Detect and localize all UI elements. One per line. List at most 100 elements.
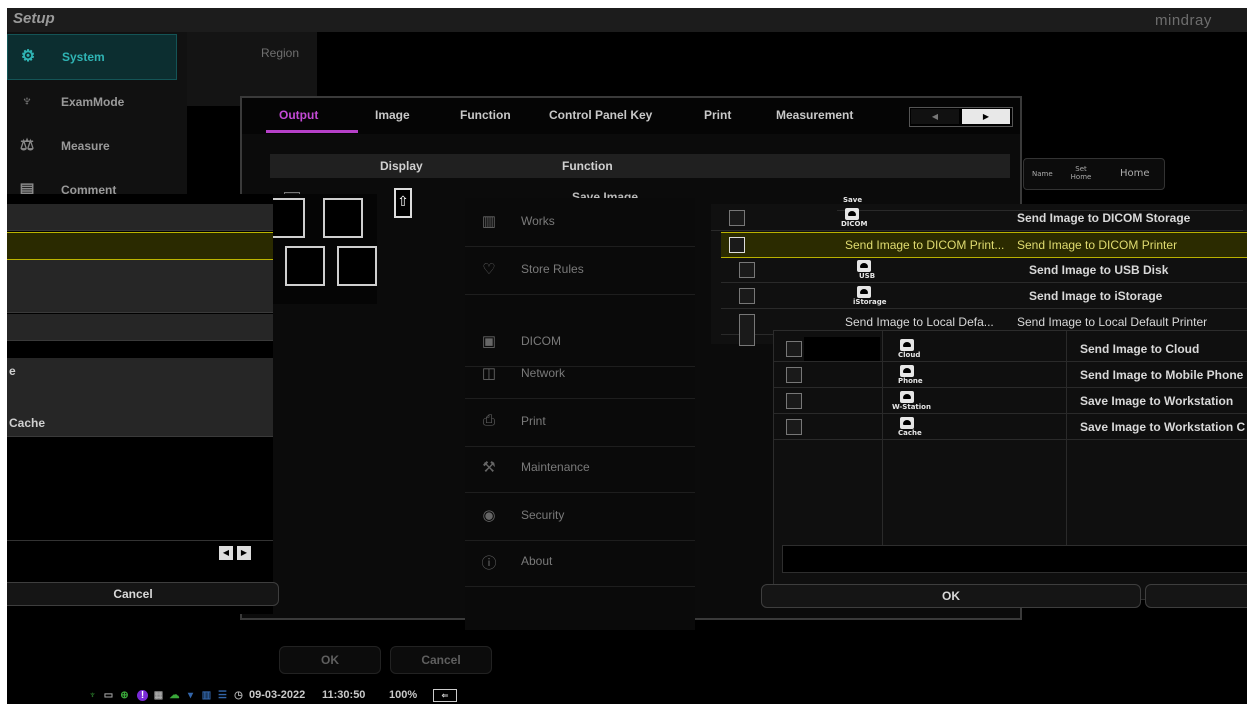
- ok-button[interactable]: OK: [761, 584, 1141, 608]
- list-item[interactable]: Cache: [7, 410, 273, 437]
- home-label[interactable]: Home: [1120, 168, 1150, 179]
- next-page-button[interactable]: ▶: [237, 546, 251, 560]
- region-label: Region: [261, 46, 300, 60]
- active-tab-indicator: [266, 130, 358, 133]
- tab-print[interactable]: Print: [704, 108, 731, 122]
- status-date: 09-03-2022: [249, 689, 306, 701]
- list-item[interactable]: [7, 314, 273, 341]
- tab-output[interactable]: Output: [279, 108, 318, 122]
- pager-row: ◀ ▶: [7, 540, 273, 565]
- option-checkbox[interactable]: [786, 341, 802, 357]
- list-item[interactable]: e: [7, 358, 273, 385]
- cancel-button-partial[interactable]: [1145, 584, 1247, 608]
- list-item[interactable]: ▥ Works: [465, 198, 695, 247]
- list-icon: ☰: [218, 690, 227, 701]
- icon-label: W-Station: [892, 403, 931, 411]
- list-item[interactable]: ♡ Store Rules: [465, 246, 695, 295]
- list-item-label: Maintenance: [521, 460, 590, 474]
- sidebar-item-label: Measure: [61, 139, 110, 153]
- list-item-label: Security: [521, 508, 565, 522]
- list-item[interactable]: DICOM Send Image to DICOM Storage: [711, 206, 1247, 231]
- list-item[interactable]: [7, 260, 273, 287]
- upload-icon: ⇧: [394, 188, 412, 218]
- list-item-label: DICOM: [521, 334, 561, 348]
- tab-image[interactable]: Image: [375, 108, 410, 122]
- save-icon-label: Save: [843, 196, 863, 204]
- list-item[interactable]: ⓘ About: [465, 538, 695, 587]
- window-title: Setup: [13, 10, 55, 27]
- tab-function[interactable]: Function: [460, 108, 511, 122]
- printer-icon: ⎙: [482, 412, 495, 429]
- option-label: Save Image to Workstation C: [1080, 420, 1246, 434]
- list-item[interactable]: [7, 204, 273, 231]
- sidebar-item-label: System: [62, 50, 105, 64]
- sidebar-item-system[interactable]: ⚙ System: [7, 34, 177, 80]
- option-checkbox[interactable]: [729, 210, 745, 226]
- trash-icon: ▾: [187, 690, 194, 701]
- option-label: Send Image to Mobile Phone: [1080, 368, 1244, 382]
- list-item[interactable]: ⚒ Maintenance: [465, 444, 695, 493]
- list-item-label: Cache: [9, 416, 46, 430]
- list-item-label: Print: [521, 414, 546, 428]
- list-item[interactable]: Cloud Send Image to Cloud: [774, 337, 1247, 362]
- probe-status-icon: ♆: [88, 690, 97, 701]
- icon-label: Cloud: [898, 351, 921, 359]
- option-checkbox[interactable]: [739, 288, 755, 304]
- queue-icon: ▥: [201, 690, 212, 701]
- lock-icon: ◉: [482, 507, 496, 524]
- option-checkbox[interactable]: [786, 367, 802, 383]
- option-label: Send Image to DICOM Print...: [845, 238, 1005, 252]
- list-item[interactable]: [7, 384, 273, 411]
- cancel-button[interactable]: Cancel: [7, 582, 279, 606]
- panel-key: [323, 198, 363, 238]
- list-item[interactable]: W-Station Save Image to Workstation: [774, 389, 1247, 414]
- heart-icon: ♡: [482, 261, 496, 278]
- panel-key: [285, 246, 325, 286]
- settings-column: [187, 32, 317, 106]
- prev-page-button[interactable]: ◀: [911, 109, 959, 124]
- list-item[interactable]: [7, 232, 273, 260]
- tab-measurement[interactable]: Measurement: [776, 108, 853, 122]
- name-label: Name: [1032, 170, 1053, 178]
- next-page-button[interactable]: ▶: [962, 109, 1010, 124]
- option-checkbox[interactable]: [786, 419, 802, 435]
- prev-page-button[interactable]: ◀: [219, 546, 233, 560]
- list-item[interactable]: Cache Save Image to Workstation C: [774, 415, 1247, 440]
- icon-label: Phone: [898, 377, 923, 385]
- display-column-header: Display: [380, 159, 423, 173]
- list-item[interactable]: ◫ Network: [465, 350, 695, 399]
- option-checkbox[interactable]: [739, 262, 755, 278]
- list-item-selected[interactable]: Send Image to DICOM Print... Send Image …: [721, 232, 1247, 258]
- list-item[interactable]: ⎙ Print: [465, 398, 695, 447]
- option-checkbox[interactable]: [786, 393, 802, 409]
- dialog-ok-button[interactable]: OK: [279, 646, 381, 674]
- storage-icon: ▦: [153, 690, 164, 701]
- list-item[interactable]: ◉ Security: [465, 492, 695, 541]
- list-item[interactable]: [7, 286, 273, 313]
- usb-icon: [857, 260, 871, 272]
- alert-icon[interactable]: !: [137, 690, 148, 701]
- option-checkbox[interactable]: [729, 237, 745, 253]
- option-label: Send Image to Cloud: [1080, 342, 1200, 356]
- set-home-label[interactable]: Set Home: [1066, 165, 1096, 181]
- pager-row: [782, 545, 1247, 573]
- tab-control-panel-key[interactable]: Control Panel Key: [549, 108, 652, 122]
- tab-bar: Output Image Function Control Panel Key …: [242, 98, 1020, 134]
- list-item[interactable]: USB Send Image to USB Disk: [721, 258, 1247, 283]
- screen: Setup mindray ⚙ System ♆ ExamMode ⚖ Meas…: [7, 8, 1247, 704]
- icon-label: iStorage: [853, 298, 887, 306]
- probe-icon: ♆: [21, 93, 33, 110]
- sidebar-item-measure[interactable]: ⚖ Measure: [7, 124, 175, 168]
- list-item-label: Network: [521, 366, 566, 380]
- status-bar: ♆ ▭ ⊕ ! ▦ ☁ ▾ ▥ ☰ ◷ 09-03-2022 11:30:50 …: [87, 688, 687, 704]
- sidebar-item-label: ExamMode: [61, 95, 125, 109]
- dialog-cancel-button[interactable]: Cancel: [390, 646, 492, 674]
- option-checkbox[interactable]: [739, 314, 755, 346]
- table-header: Display Function: [270, 154, 1010, 178]
- sidebar-item-exammode[interactable]: ♆ ExamMode: [7, 80, 175, 124]
- measure-icon: ⚖: [19, 137, 35, 154]
- icon-label: USB: [859, 272, 876, 280]
- list-item[interactable]: iStorage Send Image to iStorage: [721, 284, 1247, 309]
- list-item[interactable]: Phone Send Image to Mobile Phone: [774, 363, 1247, 388]
- battery-icon: ⇐: [433, 689, 457, 702]
